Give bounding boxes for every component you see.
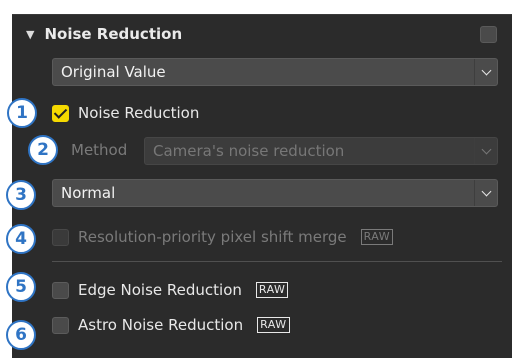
noise-reduction-checkbox[interactable]: [52, 104, 69, 122]
astro-nr-row[interactable]: Astro Noise Reduction RAW: [52, 316, 290, 334]
checkmark-icon: [53, 104, 68, 119]
astro-nr-label: Astro Noise Reduction: [78, 316, 244, 334]
astro-nr-checkbox[interactable]: [52, 316, 69, 334]
section-title: Noise Reduction: [44, 25, 183, 43]
method-select[interactable]: Camera's noise reduction: [144, 137, 498, 165]
chevron-down-icon: [474, 138, 497, 164]
raw-badge: RAW: [360, 229, 394, 245]
chevron-down-icon: [474, 59, 497, 85]
method-label: Method: [71, 141, 128, 159]
callout-badge-6: 6: [6, 320, 36, 350]
divider: [52, 261, 502, 262]
noise-reduction-row[interactable]: Noise Reduction: [52, 104, 199, 122]
strength-select[interactable]: Normal: [52, 179, 498, 207]
pixel-shift-row[interactable]: Resolution-priority pixel shift merge RA…: [52, 228, 394, 246]
method-select-value: Camera's noise reduction: [153, 142, 345, 160]
strength-select-value: Normal: [61, 184, 116, 202]
collapse-triangle-icon[interactable]: ▼: [26, 28, 34, 41]
edge-nr-label: Edge Noise Reduction: [78, 281, 242, 299]
preset-select[interactable]: Original Value: [52, 58, 498, 86]
callout-badge-5: 5: [6, 272, 36, 302]
preset-select-value: Original Value: [61, 63, 166, 81]
noise-reduction-label: Noise Reduction: [78, 104, 200, 122]
edge-nr-row[interactable]: Edge Noise Reduction RAW: [52, 281, 289, 299]
callout-badge-2: 2: [28, 135, 58, 165]
pixel-shift-checkbox[interactable]: [52, 228, 69, 246]
raw-badge: RAW: [255, 282, 289, 298]
chevron-down-icon: [474, 180, 497, 206]
callout-badge-3: 3: [6, 180, 36, 210]
callout-badge-1: 1: [7, 98, 37, 128]
pixel-shift-label: Resolution-priority pixel shift merge: [78, 228, 347, 246]
section-header[interactable]: ▼ Noise Reduction: [26, 22, 182, 46]
callout-badge-4: 4: [6, 224, 36, 254]
edge-nr-checkbox[interactable]: [52, 281, 69, 299]
raw-badge: RAW: [257, 317, 290, 333]
section-enable-checkbox[interactable]: [480, 26, 497, 43]
